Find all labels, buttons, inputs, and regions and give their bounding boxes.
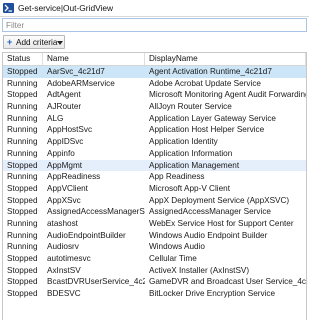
status-cell: Running (7, 125, 38, 135)
displayname-cell: AssignedAccessManager Service (149, 207, 271, 217)
add-criteria-button[interactable]: + Add criteria (3, 35, 65, 49)
name-cell: AppHostSvc (47, 125, 93, 135)
status-cell: Stopped (7, 277, 38, 287)
status-cell: Running (7, 230, 38, 240)
displayname-cell: WebEx Service Host for Support Center (149, 218, 294, 228)
table-row[interactable]: Running AppHostSvc Application Host Helper… (3, 124, 306, 136)
chevron-down-icon (57, 41, 63, 45)
filter-input[interactable] (3, 19, 306, 31)
status-cell: Running (7, 148, 38, 158)
table-row[interactable]: Running AudioEndpointBuilder Windows Audio… (3, 230, 306, 242)
status-cell: Running (7, 78, 38, 88)
table-row[interactable]: Running AppReadiness App Readiness (3, 171, 306, 183)
name-cell: AudioEndpointBuilder (47, 230, 126, 240)
name-cell: BcastDVRUserService_4c21d7 (47, 277, 145, 287)
displayname-cell: Cellular Time (149, 254, 197, 263)
table-row[interactable]: Stopped AxInstSV ActiveX Installer (AxInst… (3, 265, 306, 277)
filter-box (2, 18, 307, 32)
displayname-cell: Application Information (149, 148, 233, 158)
table-row[interactable]: Stopped AppVClient Microsoft App-V Client (3, 183, 306, 195)
displayname-cell: Application Host Helper Service (149, 125, 265, 135)
table-row[interactable]: Stopped AppMgmt Application Management (3, 159, 306, 172)
table-row[interactable]: Running Audiosrv Windows Audio (3, 241, 306, 253)
status-cell: Stopped (7, 265, 38, 275)
table-row[interactable]: Running AdobeARMservice Adobe Acrobat Upda… (3, 78, 306, 90)
table-row[interactable]: Stopped BcastDVRUserService_4c21d7 GameDVR… (3, 276, 306, 288)
table-row[interactable]: Stopped AdtAgent Microsoft Monitoring Agen… (3, 89, 306, 101)
name-cell: AJRouter (47, 102, 82, 112)
add-criteria-label: Add criteria (16, 38, 58, 47)
table-row[interactable]: Stopped autotimesvc Cellular Time (3, 253, 306, 265)
name-cell: AppXSvc (47, 195, 81, 205)
status-cell: Running (7, 242, 38, 252)
services-grid[interactable]: Status Name DisplayName Stopped AarSvc_4c… (2, 52, 307, 320)
table-row[interactable]: Running atashost WebEx Service Host for Su… (3, 218, 306, 230)
name-cell: AxInstSV (47, 265, 81, 275)
displayname-cell: Microsoft App-V Client (149, 183, 230, 193)
status-cell: Stopped (7, 207, 38, 217)
status-cell: Stopped (7, 67, 38, 76)
table-row[interactable]: Stopped AssignedAccessManagerSvc AssignedA… (3, 206, 306, 218)
name-cell: AdtAgent (47, 90, 81, 100)
name-cell: BDESVC (47, 289, 81, 299)
name-cell: AppVClient (47, 183, 88, 193)
displayname-cell: Windows Audio Endpoint Builder (149, 230, 268, 240)
name-cell: AppIDSvc (47, 137, 84, 147)
status-cell: Stopped (7, 195, 38, 205)
status-cell: Stopped (7, 289, 38, 299)
status-cell: Stopped (7, 183, 38, 193)
name-cell: autotimesvc (47, 254, 91, 263)
displayname-cell: GameDVR and Broadcast User Service_4c21d… (149, 277, 306, 287)
table-row[interactable]: Stopped BDESVC BitLocker Drive Encryption … (3, 288, 306, 300)
status-cell: Stopped (7, 160, 38, 170)
status-cell: Running (7, 218, 38, 228)
table-row[interactable]: Stopped AppXSvc AppX Deployment Service (A… (3, 195, 306, 207)
title-bar: Get-service|Out-GridView (0, 0, 309, 17)
name-cell: AdobeARMservice (47, 78, 115, 88)
table-row[interactable]: Stopped AarSvc_4c21d7 Agent Activation Run… (3, 66, 306, 78)
name-cell: AppMgmt (47, 160, 83, 170)
column-header-displayname[interactable]: DisplayName (145, 53, 306, 65)
name-cell: AssignedAccessManagerSvc (47, 207, 145, 217)
table-row[interactable]: Running ALG Application Layer Gateway Serv… (3, 113, 306, 125)
column-header-name[interactable]: Name (43, 53, 145, 65)
grid-rows: Stopped AarSvc_4c21d7 Agent Activation Run… (3, 66, 306, 300)
displayname-cell: AllJoyn Router Service (149, 102, 232, 112)
status-cell: Running (7, 102, 38, 112)
column-header-status[interactable]: Status (3, 53, 43, 65)
displayname-cell: Application Layer Gateway Service (149, 113, 276, 123)
displayname-cell: Application Identity (149, 137, 218, 147)
displayname-cell: AppX Deployment Service (AppXSVC) (149, 195, 290, 205)
name-cell: AppReadiness (47, 172, 101, 182)
table-row[interactable]: Running AJRouter AllJoyn Router Service (3, 101, 306, 113)
status-cell: Stopped (7, 254, 38, 263)
displayname-cell: ActiveX Installer (AxInstSV) (149, 265, 250, 275)
powershell-icon (3, 3, 14, 13)
status-cell: Running (7, 172, 38, 182)
displayname-cell: Application Management (149, 160, 240, 170)
displayname-cell: Microsoft Monitoring Agent Audit Forward… (149, 90, 306, 100)
status-cell: Stopped (7, 90, 38, 100)
displayname-cell: Windows Audio (149, 242, 205, 252)
displayname-cell: BitLocker Drive Encryption Service (149, 289, 276, 299)
name-cell: Appinfo (47, 148, 75, 158)
displayname-cell: App Readiness (149, 172, 205, 182)
grid-header: Status Name DisplayName (3, 53, 306, 66)
table-row[interactable]: Running AppIDSvc Application Identity (3, 136, 306, 148)
window-title: Get-service|Out-GridView (18, 3, 114, 13)
status-cell: Running (7, 137, 38, 147)
name-cell: atashost (47, 218, 78, 228)
name-cell: Audiosrv (47, 242, 79, 252)
table-row[interactable]: Running Appinfo Application Information (3, 148, 306, 160)
plus-icon: + (7, 37, 13, 47)
name-cell: AarSvc_4c21d7 (47, 67, 105, 76)
status-cell: Running (7, 113, 38, 123)
name-cell: ALG (47, 113, 64, 123)
displayname-cell: Agent Activation Runtime_4c21d7 (149, 67, 272, 76)
displayname-cell: Adobe Acrobat Update Service (149, 78, 261, 88)
